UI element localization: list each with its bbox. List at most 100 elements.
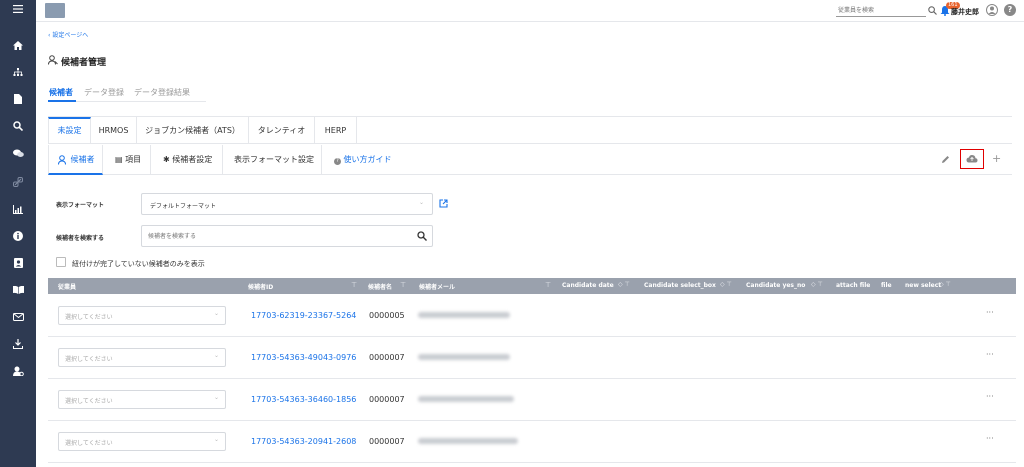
search-icon[interactable]	[9, 119, 27, 133]
sidebar	[0, 0, 36, 467]
company-logo[interactable]	[45, 3, 65, 18]
list-icon: ▤	[115, 155, 123, 164]
employee-search-input[interactable]	[836, 5, 926, 17]
guide-link[interactable]: ? 使い方ガイド	[334, 145, 392, 175]
top-bar: 161 藤井史郎 ?	[36, 0, 1024, 22]
subtab-label: 表示フォーマット設定	[234, 155, 314, 164]
more-actions-button[interactable]: ···	[986, 434, 994, 443]
candidate-search-field[interactable]	[141, 225, 433, 247]
more-actions-button[interactable]: ···	[986, 392, 994, 401]
guide-link-label: 使い方ガイド	[343, 155, 392, 164]
person-icon	[48, 55, 58, 67]
book-icon[interactable]	[9, 283, 27, 297]
avatar[interactable]	[986, 4, 998, 16]
help-circle-icon: ?	[334, 158, 341, 165]
pencil-icon[interactable]	[941, 155, 950, 166]
org-chart-icon[interactable]	[9, 65, 27, 79]
integration-tab-unset[interactable]: 未設定	[48, 117, 91, 144]
candidate-email-blurred	[418, 438, 518, 444]
sort-icon[interactable]: ◇ ⊤	[811, 281, 823, 288]
search-label: 候補者を検索する	[56, 235, 105, 242]
download-icon[interactable]	[9, 337, 27, 351]
search-icon[interactable]	[417, 231, 427, 243]
chevron-down-icon: ⌄	[213, 394, 219, 401]
candidate-email-blurred	[418, 396, 514, 402]
integration-tab-herp[interactable]: HERP	[315, 117, 357, 144]
subtab-candidate-settings[interactable]: ✱ 候補者設定	[151, 145, 223, 175]
cloud-upload-icon	[966, 155, 978, 163]
column-header: file	[881, 282, 892, 289]
back-link-label: 設定ページへ	[52, 32, 89, 39]
column-header: Candidate date	[562, 282, 614, 289]
info-icon[interactable]	[9, 229, 27, 243]
active-tab-indicator	[48, 100, 76, 102]
column-header: Candidate yes_no	[746, 282, 806, 289]
employee-select[interactable]: 選択してください ⌄	[58, 432, 226, 451]
format-select[interactable]: デフォルトフォーマット ⌄	[141, 193, 433, 215]
tab-registration-results[interactable]: データ登録結果	[134, 87, 190, 98]
menu-icon[interactable]	[9, 2, 27, 16]
plus-icon[interactable]: +	[992, 152, 1001, 165]
mail-icon[interactable]	[9, 310, 27, 324]
sort-icon[interactable]: ◇ ⊤	[618, 281, 630, 288]
help-icon[interactable]: ?	[1004, 4, 1016, 16]
employee-select[interactable]: 選択してください ⌄	[58, 306, 226, 325]
sort-icon[interactable]: ◇ ⊤	[720, 281, 732, 288]
sub-tabs: 候補者 ▤ 項目 ✱ 候補者設定 表示フォーマット設定 ? 使い方ガイド +	[48, 145, 1012, 175]
format-label: 表示フォーマット	[56, 202, 105, 209]
candidate-email-blurred	[418, 354, 510, 360]
external-link-icon[interactable]	[439, 199, 448, 210]
document-icon[interactable]	[9, 92, 27, 106]
unlinked-only-checkbox[interactable]	[56, 257, 66, 267]
more-actions-button[interactable]: ···	[986, 350, 994, 359]
user-name[interactable]: 藤井史郎	[951, 7, 979, 17]
chevron-down-icon: ⌄	[213, 310, 219, 317]
candidate-name: 0000007	[369, 395, 405, 404]
candidate-id-link[interactable]: 17703-62319-23367-5264	[251, 311, 356, 320]
main-content: ‹ 設定ページへ 候補者管理 候補者 データ登録 データ登録結果 未設定 HRM…	[36, 22, 1024, 467]
chat-icon[interactable]	[9, 146, 27, 160]
employee-select[interactable]: 選択してください ⌄	[58, 390, 226, 409]
subtab-candidates[interactable]: 候補者	[48, 145, 103, 175]
user-settings-icon[interactable]	[9, 364, 27, 378]
tab-data-registration[interactable]: データ登録	[84, 87, 124, 98]
employee-select-value: 選択してください	[65, 314, 113, 321]
search-icon[interactable]	[928, 6, 937, 17]
candidate-name: 0000007	[369, 437, 405, 446]
column-header: new select	[905, 282, 942, 289]
candidate-id-link[interactable]: 17703-54363-49043-0976	[251, 353, 356, 362]
subtab-label: 項目	[125, 155, 142, 164]
filter-icon[interactable]: ⊤	[545, 281, 551, 289]
tab-candidates[interactable]: 候補者	[49, 87, 73, 98]
integration-tab-jobcan[interactable]: ジョブカン候補者（ATS）	[137, 117, 249, 144]
candidate-id-link[interactable]: 17703-54363-20941-2608	[251, 437, 356, 446]
back-link[interactable]: ‹ 設定ページへ	[48, 30, 88, 39]
more-actions-button[interactable]: ···	[986, 308, 994, 317]
filter-icon[interactable]: ⊤	[400, 281, 406, 289]
column-header: 候補者メール	[419, 284, 456, 291]
employee-select-value: 選択してください	[65, 356, 113, 363]
link-icon[interactable]	[9, 175, 27, 189]
sort-icon[interactable]: ◇ ⊤	[939, 281, 951, 288]
subtab-format-settings[interactable]: 表示フォーマット設定	[223, 145, 322, 175]
column-header: 従業員	[58, 284, 77, 291]
filter-icon[interactable]: ⊤	[351, 281, 357, 289]
employee-select-value: 選択してください	[65, 440, 113, 447]
chevron-down-icon: ⌄	[418, 199, 424, 206]
chevron-down-icon: ⌄	[213, 352, 219, 359]
integration-tab-talentio[interactable]: タレンティオ	[249, 117, 315, 144]
employee-select[interactable]: 選択してください ⌄	[58, 348, 226, 367]
column-header: 候補者名	[368, 284, 393, 291]
integration-tab-hrmos[interactable]: HRMOS	[91, 117, 137, 144]
home-icon[interactable]	[9, 38, 27, 52]
subtab-items[interactable]: ▤ 項目	[103, 145, 151, 175]
subtab-label: 候補者設定	[172, 155, 213, 164]
candidate-search-input[interactable]	[148, 227, 408, 245]
upload-cloud-button[interactable]	[960, 149, 984, 169]
candidate-id-link[interactable]: 17703-54363-36460-1856	[251, 395, 356, 404]
chart-icon[interactable]	[9, 202, 27, 216]
integration-tab-label: タレンティオ	[257, 126, 306, 135]
contact-icon[interactable]	[9, 256, 27, 270]
unlinked-only-label: 紐付けが完了していない候補者のみを表示	[72, 260, 205, 268]
column-header: Candidate select_box	[644, 282, 716, 289]
